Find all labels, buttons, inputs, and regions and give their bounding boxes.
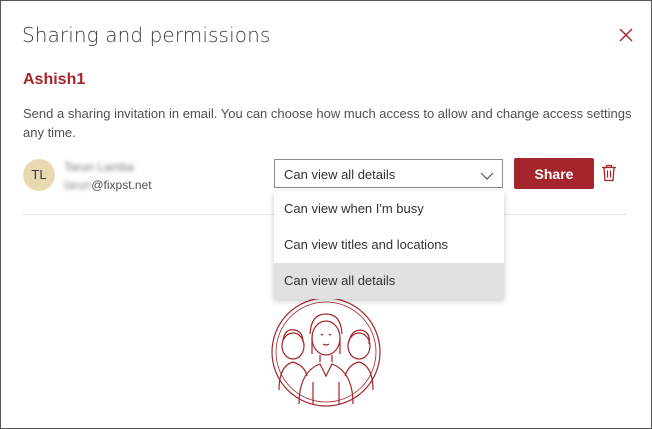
menu-item-view-busy[interactable]: Can view when I'm busy xyxy=(274,191,504,227)
menu-item-view-titles-locations[interactable]: Can view titles and locations xyxy=(274,227,504,263)
avatar: TL xyxy=(23,159,55,191)
permission-menu: Can view when I'm busy Can view titles a… xyxy=(274,191,504,299)
permission-selected-value: Can view all details xyxy=(284,167,396,182)
people-illustration xyxy=(271,297,381,407)
person-email: tarun@fixpst.net xyxy=(64,178,152,192)
email-user: tarun xyxy=(64,178,92,192)
dialog-title: Sharing and permissions xyxy=(22,23,271,47)
chevron-down-icon xyxy=(480,168,494,186)
person-name: Tarun Lamba xyxy=(64,160,135,174)
sharing-dialog: Sharing and permissions Ashish1 Send a s… xyxy=(0,0,652,429)
calendar-name: Ashish1 xyxy=(23,71,86,88)
menu-item-view-all-details[interactable]: Can view all details xyxy=(274,263,504,299)
trash-icon[interactable] xyxy=(601,164,617,182)
close-icon[interactable] xyxy=(616,25,636,45)
share-button[interactable]: Share xyxy=(514,158,594,189)
sharing-description: Send a sharing invitation in email. You … xyxy=(23,106,632,140)
permission-dropdown[interactable]: Can view all details xyxy=(274,159,503,188)
email-domain: @fixpst.net xyxy=(91,178,152,192)
